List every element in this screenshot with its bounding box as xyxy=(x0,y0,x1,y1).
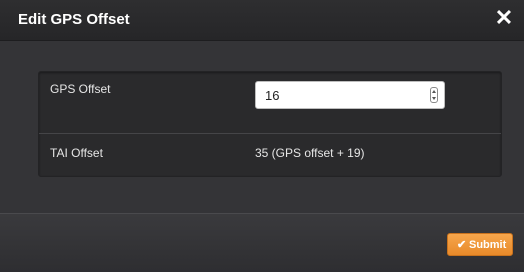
gps-offset-input[interactable]: 16 xyxy=(255,81,445,109)
spinner-icon[interactable] xyxy=(430,87,438,103)
dialog-titlebar: Edit GPS Offset ✕ xyxy=(0,0,524,41)
tai-offset-row: TAI Offset 35 (GPS offset + 19) xyxy=(39,134,501,176)
dialog-title: Edit GPS Offset xyxy=(18,11,130,28)
gps-offset-value: 16 xyxy=(265,88,280,103)
dialog-body: GPS Offset 16 TAI Offset 35 (GPS offset … xyxy=(0,41,524,213)
close-icon[interactable]: ✕ xyxy=(492,6,516,30)
spinner-up-icon[interactable] xyxy=(432,90,436,93)
spinner-down-icon[interactable] xyxy=(432,97,436,100)
submit-button[interactable]: ✔ Submit xyxy=(447,233,513,256)
submit-label: Submit xyxy=(469,239,507,251)
tai-offset-label: TAI Offset xyxy=(50,146,103,160)
gps-offset-row: GPS Offset 16 xyxy=(39,72,501,134)
offset-panel: GPS Offset 16 TAI Offset 35 (GPS offset … xyxy=(38,71,502,177)
dialog-footer: ✔ Submit xyxy=(0,213,524,272)
edit-gps-offset-dialog: Edit GPS Offset ✕ GPS Offset 16 TAI Offs… xyxy=(0,0,524,272)
tai-offset-value: 35 (GPS offset + 19) xyxy=(255,146,365,160)
gps-offset-label: GPS Offset xyxy=(50,82,111,96)
check-icon: ✔ xyxy=(457,239,467,251)
